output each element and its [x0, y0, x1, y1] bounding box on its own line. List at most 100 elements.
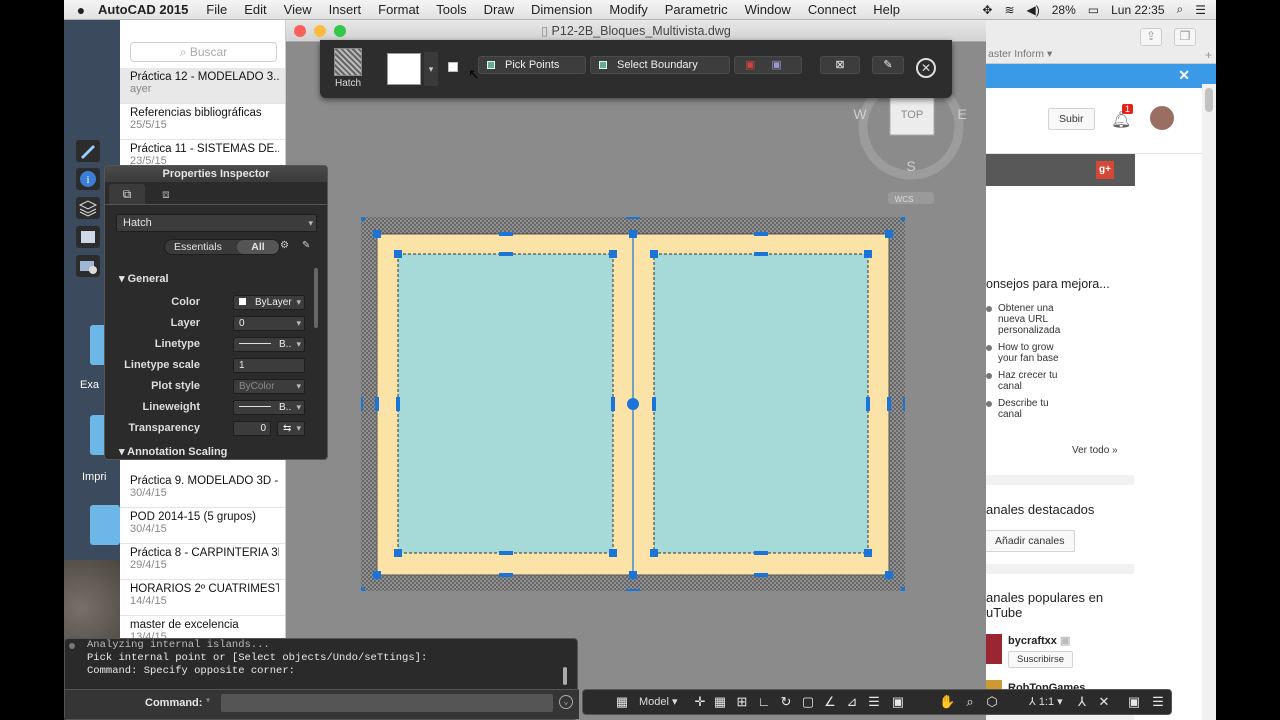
- ortho-icon[interactable]: ∟: [757, 695, 771, 709]
- grid-layout-icon[interactable]: ▦: [615, 695, 629, 709]
- customization-icon[interactable]: ☰: [1151, 695, 1165, 709]
- lineweight-select[interactable]: B..: [233, 400, 305, 415]
- close-hatch-editor-icon[interactable]: ✕: [916, 58, 936, 78]
- annotation-scale[interactable]: ⅄ 1:1 ▾: [1029, 695, 1063, 708]
- menu-window[interactable]: Window: [745, 2, 791, 17]
- menu-dimension[interactable]: Dimension: [531, 2, 592, 17]
- essentials-toggle[interactable]: Essentials: [174, 240, 222, 254]
- lineweight-icon[interactable]: ☰: [867, 695, 881, 709]
- otrack-icon[interactable]: ∠: [823, 695, 837, 709]
- list-item[interactable]: Haz crecer tu canal: [986, 370, 1134, 392]
- general-section-header[interactable]: ▾ General: [119, 272, 169, 285]
- menu-modify[interactable]: Modify: [609, 2, 647, 17]
- transparency-icon[interactable]: ▣: [891, 695, 905, 709]
- apple-icon[interactable]: ●: [64, 2, 98, 18]
- ver-todo-link[interactable]: Ver todo »: [1072, 445, 1118, 456]
- transparency-field[interactable]: 0: [233, 421, 271, 436]
- center-grip[interactable]: [627, 398, 639, 410]
- battery-text[interactable]: 28%: [1052, 3, 1076, 17]
- list-item[interactable]: Práctica 9. MODELADO 3D -.. 30/4/15: [120, 472, 285, 508]
- subscribe-button[interactable]: Suscribirse: [1008, 651, 1073, 668]
- zoom-icon[interactable]: ⌕: [963, 695, 977, 709]
- polar-icon[interactable]: ↻: [779, 695, 793, 709]
- menu-draw[interactable]: Draw: [484, 2, 514, 17]
- annotation-visibility-icon[interactable]: ⅄: [1075, 695, 1089, 709]
- minimize-window-icon[interactable]: [314, 25, 326, 37]
- menu-insert[interactable]: Insert: [329, 2, 362, 17]
- checkbox-icon[interactable]: [448, 62, 458, 72]
- new-tab-icon[interactable]: +: [1205, 48, 1212, 62]
- tabs-icon[interactable]: ❐: [1174, 28, 1196, 46]
- dynamic-ucs-icon[interactable]: ⊿: [845, 695, 859, 709]
- essentials-all-toggle[interactable]: Essentials All: [164, 239, 280, 255]
- transparency-select[interactable]: ⇆: [277, 421, 305, 436]
- menu-parametric[interactable]: Parametric: [665, 2, 728, 17]
- clock[interactable]: Lun 22:35: [1111, 3, 1164, 17]
- match-properties-button[interactable]: ✎: [872, 56, 904, 74]
- info-icon[interactable]: i: [76, 168, 100, 190]
- list-item[interactable]: How to grow your fan base: [986, 342, 1134, 364]
- select-boundary-button[interactable]: Select Boundary: [590, 56, 730, 74]
- pick-points-button[interactable]: Pick Points: [478, 56, 586, 74]
- list-item[interactable]: POD 2014-15 (5 grupos) 30/4/15: [120, 508, 285, 544]
- command-input[interactable]: [221, 694, 553, 712]
- right-panel[interactable]: [653, 253, 869, 554]
- dropbox-icon[interactable]: ✥: [982, 3, 992, 17]
- menu-file[interactable]: File: [206, 2, 227, 17]
- display-boundary-button[interactable]: ⊠: [820, 56, 860, 74]
- close-icon[interactable]: ✕: [1178, 67, 1190, 84]
- drawing-canvas[interactable]: [361, 217, 905, 591]
- layers-icon[interactable]: [76, 197, 100, 219]
- chevron-down-icon[interactable]: ▾: [205, 695, 211, 707]
- remove-boundary-button[interactable]: ▣ ▣: [734, 56, 802, 74]
- menu-edit[interactable]: Edit: [244, 2, 266, 17]
- command-options-icon[interactable]: ⌄: [559, 695, 573, 709]
- menu-format[interactable]: Format: [378, 2, 419, 17]
- list-item[interactable]: Práctica 8 - CARPINTERIA 3D 29/4/15: [120, 544, 285, 580]
- spotlight-icon[interactable]: ⌕: [1177, 2, 1184, 17]
- annotation-section-header[interactable]: ▾ Annotation Scaling: [119, 445, 227, 458]
- close-window-icon[interactable]: [294, 25, 306, 37]
- close-icon[interactable]: [69, 643, 75, 649]
- quick-select-icon[interactable]: ⚙: [280, 240, 296, 254]
- scrollbar[interactable]: [1202, 84, 1216, 720]
- grid-icon[interactable]: ▦: [713, 695, 727, 709]
- menu-tools[interactable]: Tools: [436, 2, 466, 17]
- add-channels-button[interactable]: Añadir canales: [986, 530, 1076, 552]
- draw-tool-icon[interactable]: [76, 140, 100, 162]
- volume-icon[interactable]: ◀): [1027, 3, 1040, 17]
- menu-view[interactable]: View: [284, 2, 312, 17]
- command-scrollbar[interactable]: [563, 667, 567, 685]
- layer-select[interactable]: 0: [233, 316, 305, 331]
- left-panel[interactable]: [397, 253, 614, 554]
- clean-screen-icon[interactable]: ▣: [1127, 695, 1141, 709]
- pick-icon[interactable]: ✎: [302, 240, 318, 254]
- menu-help[interactable]: Help: [873, 2, 900, 17]
- content-icon[interactable]: [76, 255, 100, 277]
- linetype-scale-field[interactable]: 1: [233, 358, 305, 373]
- snap-icon[interactable]: ⊞: [735, 695, 749, 709]
- auto-scale-icon[interactable]: ✕: [1097, 695, 1111, 709]
- menu-connect[interactable]: Connect: [808, 2, 856, 17]
- linetype-select[interactable]: B..: [233, 337, 305, 352]
- list-item[interactable]: Referencias bibliográficas 25/5/15: [120, 104, 285, 140]
- notification-center-icon[interactable]: ☰: [1195, 3, 1206, 17]
- layers-tab-icon[interactable]: ⧈: [151, 184, 181, 204]
- inspector-scrollbar[interactable]: [314, 268, 318, 328]
- app-menu-name[interactable]: AutoCAD 2015: [98, 2, 188, 17]
- browser-tab[interactable]: aster Inform ▾: [986, 48, 1201, 64]
- folder-icon[interactable]: [90, 505, 120, 545]
- list-item[interactable]: HORARIOS 2º CUATRIMESTR 14/4/15: [120, 580, 285, 616]
- channel-thumbnail[interactable]: [986, 634, 1002, 664]
- properties-tab-icon[interactable]: ⧉: [109, 184, 145, 204]
- all-toggle[interactable]: All: [237, 240, 279, 254]
- hatch-pattern-icon[interactable]: [334, 48, 362, 76]
- search-input[interactable]: ⌕ Buscar: [130, 42, 277, 62]
- osnap-icon[interactable]: ▢: [801, 695, 815, 709]
- share-icon[interactable]: ⇪: [1140, 28, 1162, 46]
- viewcube[interactable]: TOP W E S WCS: [848, 92, 978, 212]
- pan-hand-icon[interactable]: ✋: [939, 695, 955, 709]
- hatch-color-swatch[interactable]: [387, 53, 421, 85]
- chevron-down-icon[interactable]: ▾: [424, 52, 438, 86]
- list-item[interactable]: Describe tu canal: [986, 398, 1134, 420]
